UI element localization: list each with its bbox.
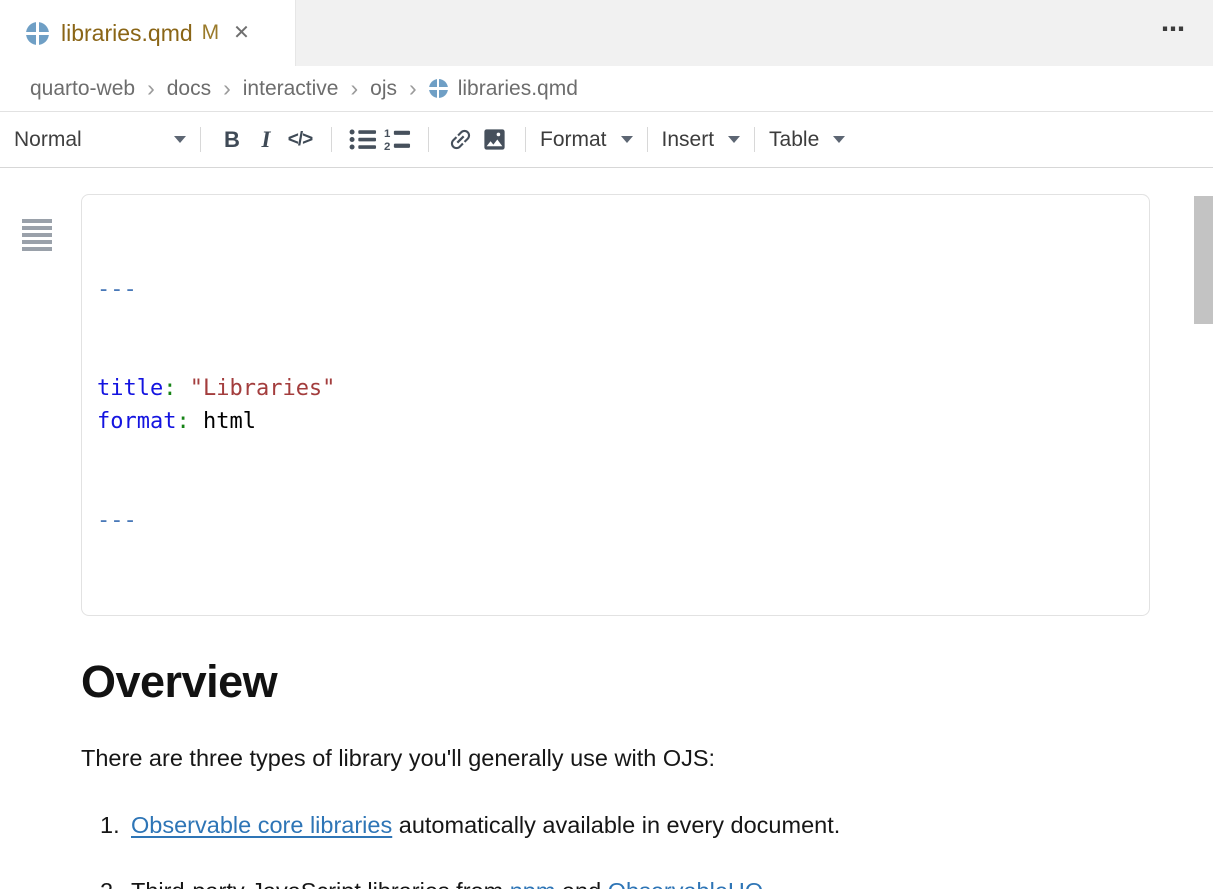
table-menu[interactable]: Table — [769, 128, 845, 152]
vertical-scrollbar-thumb[interactable] — [1194, 196, 1213, 324]
svg-text:1: 1 — [384, 128, 391, 140]
numbered-list-button[interactable]: 1 2 — [380, 121, 414, 159]
yaml-close-delimiter: --- — [97, 504, 1134, 537]
toolbar-divider — [647, 127, 648, 152]
doc-link[interactable]: Observable core libraries — [131, 812, 392, 838]
breadcrumb-separator-icon: › — [350, 75, 358, 102]
ordered-list: 1.Observable core libraries automaticall… — [100, 805, 1213, 889]
bulleted-list-icon — [348, 127, 378, 152]
quarto-file-icon — [429, 79, 448, 98]
close-tab-icon[interactable]: ✕ — [233, 23, 250, 43]
toolbar-divider — [428, 127, 429, 152]
bulleted-list-button[interactable] — [346, 121, 380, 159]
list-item-text: Observable core libraries automatically … — [131, 805, 1031, 845]
chevron-down-icon — [621, 136, 633, 143]
breadcrumb-separator-icon: › — [147, 75, 155, 102]
breadcrumb-item[interactable]: libraries.qmd — [458, 77, 578, 101]
breadcrumb-separator-icon: › — [409, 75, 417, 102]
bold-button[interactable]: B — [215, 121, 249, 159]
toolbar-divider — [200, 127, 201, 152]
block-drag-handle-icon[interactable] — [22, 219, 52, 251]
page-title: Overview — [81, 658, 1213, 706]
chevron-down-icon — [728, 136, 740, 143]
toolbar-divider — [525, 127, 526, 152]
breadcrumb-item[interactable]: quarto-web — [30, 77, 135, 101]
insert-menu[interactable]: Insert — [662, 128, 741, 152]
editor-canvas: --- title: "Libraries"format: html --- O… — [0, 194, 1213, 889]
quarto-file-icon — [26, 22, 49, 45]
breadcrumb-item[interactable]: docs — [167, 77, 211, 101]
tab-bar: libraries.qmd M ✕ ⋯ — [0, 0, 1213, 66]
breadcrumb-item[interactable]: interactive — [243, 77, 339, 101]
more-actions-icon[interactable]: ⋯ — [1161, 18, 1187, 42]
tab-libraries-qmd[interactable]: libraries.qmd M ✕ — [0, 0, 296, 66]
inline-code-button[interactable]: </> — [283, 121, 317, 159]
numbered-list-icon: 1 2 — [382, 127, 412, 152]
doc-link[interactable]: ObservableHQ — [608, 878, 763, 889]
yaml-line: title: "Libraries" — [97, 372, 1134, 405]
insert-link-button[interactable] — [443, 121, 477, 159]
insert-menu-label: Insert — [662, 128, 715, 152]
list-item-text: Third-party JavaScript libraries from np… — [131, 871, 1031, 889]
yaml-open-delimiter: --- — [97, 273, 1134, 306]
yaml-line: format: html — [97, 405, 1134, 438]
list-item: 2.Third-party JavaScript libraries from … — [100, 871, 1213, 889]
list-item-number: 2. — [100, 871, 131, 889]
table-menu-label: Table — [769, 128, 819, 152]
yaml-entries: title: "Libraries"format: html — [97, 372, 1134, 438]
paragraph-style-select[interactable]: Normal — [14, 128, 186, 152]
tab-title: libraries.qmd — [61, 20, 193, 47]
breadcrumb-item[interactable]: ojs — [370, 77, 397, 101]
image-icon — [481, 126, 508, 153]
paragraph-style-value: Normal — [14, 128, 82, 152]
intro-paragraph: There are three types of library you'll … — [81, 738, 1031, 778]
modified-badge: M — [202, 21, 220, 45]
chevron-down-icon — [833, 136, 845, 143]
breadcrumb: quarto-web › docs › interactive › ojs › librarie… — [0, 66, 1213, 111]
formatting-toolbar: Normal B I </> 1 2 — [0, 111, 1213, 168]
format-menu-label: Format — [540, 128, 607, 152]
format-menu[interactable]: Format — [540, 128, 633, 152]
breadcrumb-separator-icon: › — [223, 75, 231, 102]
toolbar-divider — [754, 127, 755, 152]
link-icon — [447, 126, 474, 153]
italic-button[interactable]: I — [249, 121, 283, 159]
list-item: 1.Observable core libraries automaticall… — [100, 805, 1213, 845]
doc-link[interactable]: npm — [510, 878, 556, 889]
yaml-front-matter-block[interactable]: --- title: "Libraries"format: html --- — [81, 194, 1150, 616]
insert-image-button[interactable] — [477, 121, 511, 159]
toolbar-divider — [331, 127, 332, 152]
chevron-down-icon — [174, 136, 186, 143]
list-item-number: 1. — [100, 805, 131, 845]
svg-text:2: 2 — [384, 141, 390, 152]
